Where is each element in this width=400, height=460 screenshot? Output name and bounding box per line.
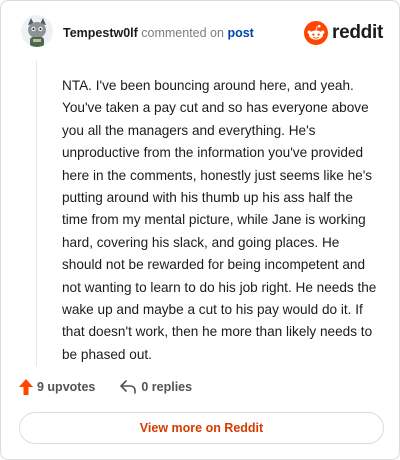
reddit-snoo-icon [304, 21, 329, 45]
upvote-arrow-icon [19, 379, 33, 395]
reply-arrow-icon [120, 380, 137, 394]
action-text: commented on [141, 26, 224, 40]
view-more-button[interactable]: View more on Reddit [19, 412, 384, 444]
replies-button[interactable]: 0 replies [119, 380, 192, 394]
replies-count: 0 replies [141, 380, 193, 394]
comment-footer: 9 upvotes 0 replies [19, 377, 192, 397]
reddit-logo[interactable]: reddit [304, 20, 383, 46]
author-name[interactable]: Tempestw0lf [63, 26, 138, 40]
avatar[interactable] [21, 15, 53, 47]
author-line: Tempestw0lf commented on post [63, 26, 254, 40]
cat-avatar-icon [21, 15, 53, 47]
post-link[interactable]: post [227, 26, 253, 40]
comment-body: NTA. I've been bouncing around here, and… [62, 78, 377, 362]
reddit-wordmark: reddit [332, 22, 383, 43]
upvote-button[interactable]: 9 upvotes [19, 379, 95, 395]
reddit-comment-card: Tempestw0lf commented on post reddit NTA… [0, 0, 400, 460]
comment-header: Tempestw0lf commented on post reddit [21, 15, 385, 55]
upvotes-count: 9 upvotes [37, 380, 96, 394]
thread-line [36, 61, 37, 366]
